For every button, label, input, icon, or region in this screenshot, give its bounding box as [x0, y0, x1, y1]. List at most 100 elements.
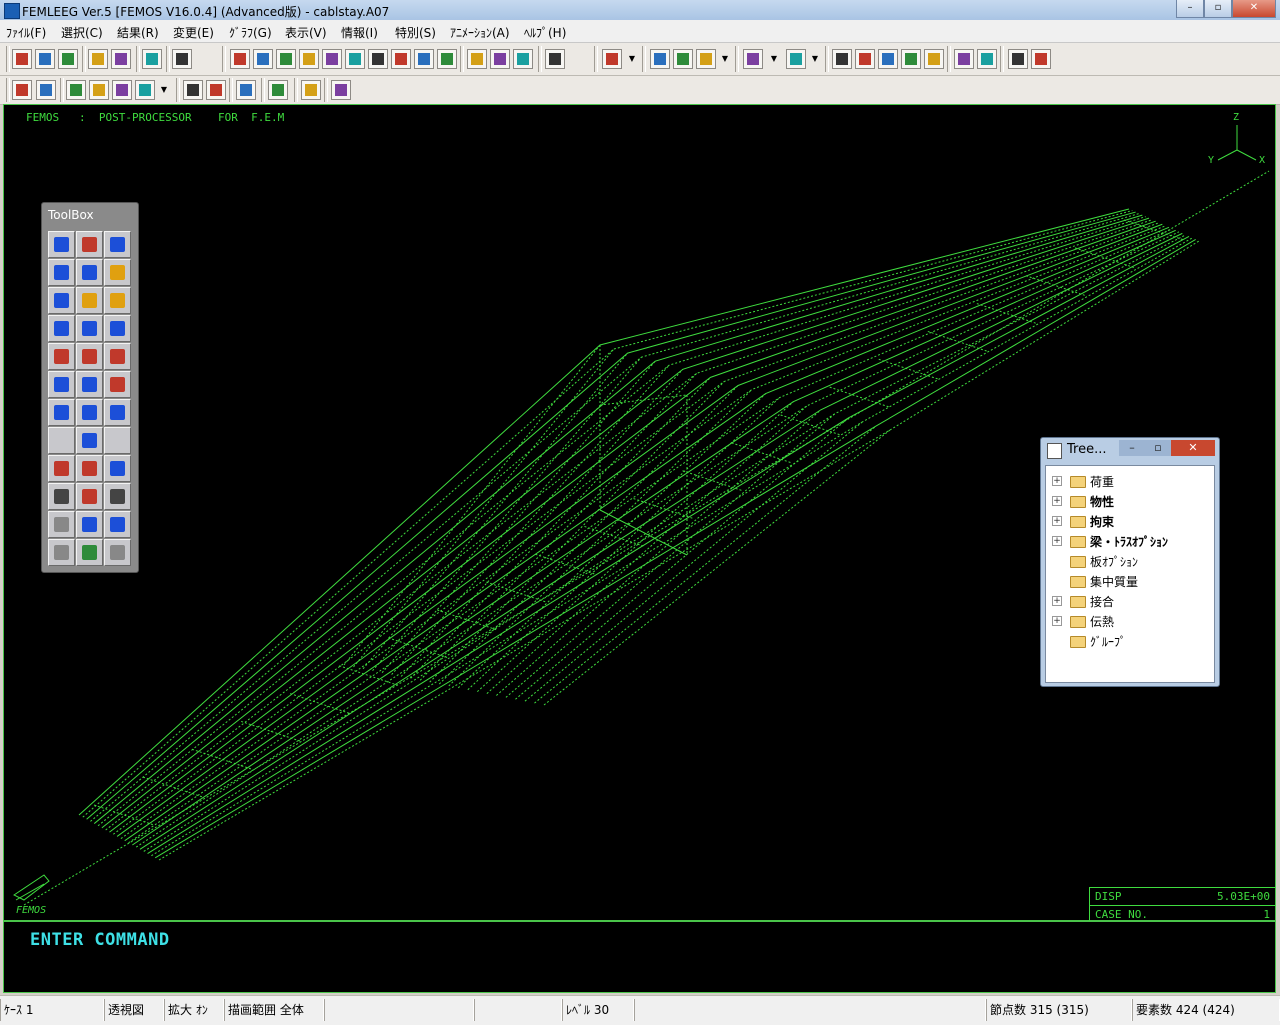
tool-button[interactable] [855, 49, 875, 69]
tool-button[interactable] [299, 49, 319, 69]
tree-node[interactable]: + 拘束 [1050, 512, 1210, 530]
tree-node[interactable]: 集中質量 [1050, 572, 1210, 590]
tool-button[interactable] [878, 49, 898, 69]
toolbox-tool-button[interactable] [104, 259, 131, 286]
tool-button[interactable] [832, 49, 852, 69]
toolbox-tool-button[interactable] [76, 259, 103, 286]
close-button[interactable]: ✕ [1232, 0, 1276, 18]
toolbox-tool-button[interactable] [104, 539, 131, 566]
tool-button[interactable] [88, 49, 108, 69]
tool-button[interactable] [786, 49, 806, 69]
tree-node[interactable]: + 梁・ﾄﾗｽｵﾌﾟｼｮﾝ [1050, 532, 1210, 550]
toolbox-tool-button[interactable] [104, 371, 131, 398]
tool-button[interactable] [345, 49, 365, 69]
toolbox-tool-button[interactable] [76, 539, 103, 566]
tool-button[interactable] [1008, 49, 1028, 69]
expand-icon[interactable]: + [1052, 516, 1062, 526]
tool-button[interactable] [490, 49, 510, 69]
expand-icon[interactable]: + [1052, 496, 1062, 506]
tool-button[interactable] [954, 49, 974, 69]
minimize-button[interactable]: – [1176, 0, 1204, 18]
toolbox-palette[interactable]: ToolBox [41, 202, 139, 573]
tool-button[interactable] [142, 49, 162, 69]
toolbox-tool-button[interactable] [76, 483, 103, 510]
tool-button[interactable] [513, 49, 533, 69]
tool-button[interactable] [977, 49, 997, 69]
tree-close-button[interactable]: ✕ [1171, 440, 1215, 456]
tool-button[interactable] [276, 49, 296, 69]
toolbox-tool-button[interactable] [104, 343, 131, 370]
tool-button[interactable] [650, 49, 670, 69]
tool-button[interactable] [467, 49, 487, 69]
command-area[interactable]: ENTER COMMAND [3, 921, 1276, 993]
tool2-button[interactable] [331, 80, 351, 100]
tool-button[interactable] [924, 49, 944, 69]
tool2-button[interactable] [135, 80, 155, 100]
tool-button[interactable] [322, 49, 342, 69]
dropdown-arrow-icon[interactable]: ▼ [720, 49, 730, 69]
tool-button[interactable] [230, 49, 250, 69]
tool-button[interactable] [172, 49, 192, 69]
dropdown-arrow-icon[interactable]: ▼ [769, 49, 779, 69]
tool-button[interactable] [58, 49, 78, 69]
toolbox-tool-button[interactable] [104, 399, 131, 426]
tool2-button[interactable] [236, 80, 256, 100]
dropdown-arrow-icon[interactable]: ▼ [627, 49, 637, 69]
tool-button[interactable] [743, 49, 763, 69]
toolbox-tool-button[interactable] [76, 371, 103, 398]
toolbox-tool-button[interactable] [104, 455, 131, 482]
toolbox-tool-button[interactable] [76, 427, 103, 454]
tool2-button[interactable] [112, 80, 132, 100]
toolbox-tool-button[interactable] [48, 371, 75, 398]
menu-select[interactable]: 選択(C) [61, 24, 103, 41]
tree-node[interactable]: + 伝熱 [1050, 612, 1210, 630]
tree-node[interactable]: ｸﾞﾙｰﾌﾟ [1050, 632, 1210, 650]
toolbox-tool-button[interactable] [104, 231, 131, 258]
tool-button[interactable] [602, 49, 622, 69]
expand-icon[interactable]: + [1052, 536, 1062, 546]
dropdown-arrow-icon[interactable]: ▼ [810, 49, 820, 69]
toolbox-tool-button[interactable] [104, 483, 131, 510]
menu-help[interactable]: ﾍﾙﾌﾟ(H) [524, 24, 566, 41]
menu-file[interactable]: ﾌｧｲﾙ(F) [6, 24, 46, 41]
tool-button[interactable] [673, 49, 693, 69]
tree-node[interactable]: + 荷重 [1050, 472, 1210, 490]
toolbox-tool-button[interactable] [48, 259, 75, 286]
maximize-button[interactable]: ▫ [1204, 0, 1232, 18]
tree-maximize-button[interactable]: ▫ [1145, 440, 1171, 456]
menu-results[interactable]: 結果(R) [117, 24, 159, 41]
tree-view[interactable]: + 荷重 + 物性 + 拘束 + 梁・ﾄﾗｽｵﾌﾟｼｮﾝ 板ｵﾌﾟｼｮﾝ 集中質量 + 接合 + 伝熱 ｸﾞ… [1045, 465, 1215, 683]
tool2-button[interactable] [36, 80, 56, 100]
toolbox-tool-button[interactable] [48, 343, 75, 370]
tool-button[interactable] [35, 49, 55, 69]
tool-button[interactable] [111, 49, 131, 69]
tool-button[interactable] [391, 49, 411, 69]
toolbox-tool-button[interactable] [104, 511, 131, 538]
toolbox-tool-button[interactable] [76, 315, 103, 342]
tool2-button[interactable] [12, 80, 32, 100]
tool-button[interactable] [1031, 49, 1051, 69]
toolbox-tool-button[interactable] [104, 427, 131, 454]
tree-node[interactable]: 板ｵﾌﾟｼｮﾝ [1050, 552, 1210, 570]
toolbox-tool-button[interactable] [48, 399, 75, 426]
toolbox-tool-button[interactable] [48, 231, 75, 258]
tool2-button[interactable] [301, 80, 321, 100]
toolbox-tool-button[interactable] [48, 539, 75, 566]
tree-minimize-button[interactable]: – [1119, 440, 1145, 456]
toolbox-tool-button[interactable] [48, 427, 75, 454]
toolbox-tool-button[interactable] [76, 511, 103, 538]
menu-edit[interactable]: 変更(E) [173, 24, 214, 41]
tool-button[interactable] [414, 49, 434, 69]
toolbox-tool-button[interactable] [76, 287, 103, 314]
toolbox-tool-button[interactable] [104, 315, 131, 342]
dropdown-arrow-icon[interactable]: ▼ [159, 80, 169, 100]
tool-button[interactable] [437, 49, 457, 69]
toolbox-tool-button[interactable] [48, 483, 75, 510]
toolbox-tool-button[interactable] [104, 287, 131, 314]
tool2-button[interactable] [89, 80, 109, 100]
tool-button[interactable] [253, 49, 273, 69]
tool-button[interactable] [696, 49, 716, 69]
tool-button[interactable] [12, 49, 32, 69]
menu-info[interactable]: 情報(I) [341, 24, 378, 41]
toolbox-tool-button[interactable] [76, 231, 103, 258]
